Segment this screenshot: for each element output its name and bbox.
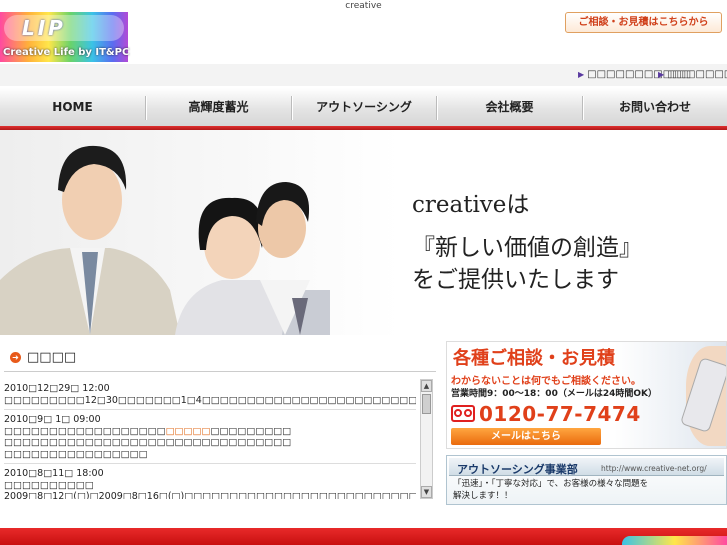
arrow-icon: ▶ — [658, 70, 665, 79]
consult-estimate-button[interactable]: ご相談・お見積はこちらから — [565, 12, 722, 33]
news-body: □□□□□□□□□□□□□□□□□□□□□□□□□□□□□□□□ — [4, 425, 292, 437]
nav-outsourcing[interactable]: アウトソーシング — [292, 88, 436, 126]
consult-title: 各種ご相談・お見積 — [453, 348, 615, 369]
news-highlight-link[interactable]: □□□□□ — [166, 426, 211, 437]
scroll-down-icon[interactable]: ▼ — [421, 486, 432, 498]
news-date: 2010□8□11□ 18:00 — [4, 468, 104, 479]
news-body: 2009□8□12□(□)□2009□8□16□(□)□□□□□□□□□□□□□… — [4, 491, 416, 499]
news-item: 2010□8□11□ 18:00 □□□□□□□□□□ 2009□8□12□(□… — [4, 464, 416, 499]
hero-line-2: 『新しい価値の創造』 — [412, 235, 642, 261]
nav-company[interactable]: 会社概要 — [437, 88, 582, 126]
hero-banner: creativeは 『新しい価値の創造』 をご提供いたします — [0, 130, 727, 335]
scroll-thumb[interactable] — [422, 394, 431, 414]
outsourcing-banner[interactable]: アウトソーシング事業部 http://www.creative-net.org/… — [446, 455, 727, 505]
subnav-link-2[interactable]: ▶ □□□□□□□ — [658, 69, 727, 80]
news-divider — [4, 371, 436, 372]
news-body: □□□□□□□□□□□□□□□□□□□□□□□□□□□□□□□□ — [4, 437, 292, 448]
hero-line-3: をご提供いたします — [412, 267, 619, 293]
site-logo[interactable]: LIP Creative Life by IT&PC — [0, 12, 130, 62]
consult-text: わからないことは何でもご相談ください。 — [451, 376, 641, 387]
news-item: 2010□9□ 1□ 09:00 □□□□□□□□□□□□□□□□□□□□□□□… — [4, 410, 416, 464]
outsourcing-header: アウトソーシング事業部 http://www.creative-net.org/ — [449, 458, 724, 476]
consultation-banner[interactable]: 各種ご相談・お見積 わからないことは何でもご相談ください。 営業時間9：00～1… — [446, 341, 727, 449]
news-body: □□□□□□□□□□ — [4, 479, 94, 491]
header: LIP Creative Life by IT&PC ご相談・お見積はこちらから — [0, 12, 727, 64]
scroll-up-icon[interactable]: ▲ — [421, 380, 432, 392]
news-body: □□□□□□□□□□□□□□□□ — [4, 448, 148, 460]
main-navigation: HOME 高輝度蓄光 アウトソーシング 会社概要 お問い合わせ — [0, 88, 727, 126]
outsourcing-desc: 「迅速」・「丁寧な対応」で、お客様の様々な問題を 解決します！！ — [453, 479, 649, 501]
arrow-icon: ▶ — [578, 70, 585, 79]
page-title: creative — [345, 1, 382, 11]
footer-logo-strip — [622, 536, 727, 545]
nav-home[interactable]: HOME — [0, 88, 145, 126]
hero-line-1: creativeは — [412, 192, 530, 218]
news-date: 2010□9□ 1□ 09:00 — [4, 414, 101, 425]
outsourcing-url: http://www.creative-net.org/ — [601, 464, 707, 473]
news-date: 2010□12□29□ 12:00 — [4, 383, 110, 394]
mail-button[interactable]: メールはこちら — [451, 428, 601, 445]
news-body: □□□□□□□□□12□30□□□□□□□1□4□□□□□□□□□□□□□□□□… — [4, 394, 416, 406]
news-item: 2010□12□29□ 12:00 □□□□□□□□□12□30□□□□□□□1… — [4, 379, 416, 410]
news-section: ➜ □□□□ 2010□12□29□ 12:00 □□□□□□□□□12□30□□… — [0, 341, 437, 501]
news-heading: ➜ □□□□ — [10, 350, 76, 368]
sub-navigation: ▶ □□□□□□□□□□□ ▶ □□□□□□□ — [0, 64, 727, 86]
hero-people-photo — [0, 145, 330, 335]
outsourcing-title: アウトソーシング事業部 — [457, 463, 578, 476]
nav-contact[interactable]: お問い合わせ — [583, 88, 727, 126]
phone-number[interactable]: 0120-77-7474 — [479, 402, 641, 426]
arrow-circle-icon: ➜ — [10, 352, 21, 363]
business-hours: 営業時間9：00～18：00（メールは24時間OK） — [451, 389, 657, 399]
logo-subtitle: Creative Life by IT&PC — [3, 47, 130, 58]
news-list: 2010□12□29□ 12:00 □□□□□□□□□12□30□□□□□□□1… — [4, 379, 416, 499]
nav-luminous[interactable]: 高輝度蓄光 — [146, 88, 291, 126]
footer-bar — [0, 528, 727, 545]
news-scrollbar[interactable]: ▲ ▼ — [420, 379, 433, 499]
freedial-icon — [451, 405, 475, 422]
logo-text: LIP — [22, 16, 66, 40]
